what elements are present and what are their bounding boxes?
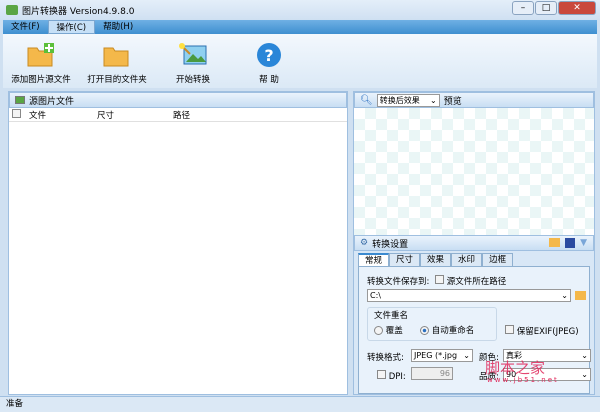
menu-file[interactable]: 文件(F) xyxy=(3,20,48,34)
folder-icon xyxy=(103,47,129,67)
source-panel-header: 源图片文件 xyxy=(9,92,347,108)
open-destination-button[interactable]: 打开目的文件夹 xyxy=(79,34,155,88)
source-files-panel: 源图片文件 文件 尺寸 路径 xyxy=(8,91,348,395)
file-list-header: 文件 尺寸 路径 xyxy=(9,108,347,122)
help-button[interactable]: ? 帮 助 xyxy=(231,34,307,88)
column-size[interactable]: 尺寸 xyxy=(97,109,173,121)
window-title: 图片转换器 Version4.9.8.0 xyxy=(22,6,135,17)
folder-add-icon xyxy=(27,43,54,67)
menu-bar: 文件(F) 操作(C) 帮助(H) xyxy=(3,20,597,34)
start-convert-button[interactable]: 开始转换 xyxy=(155,34,231,88)
column-path[interactable]: 路径 xyxy=(173,109,190,121)
status-bar: 准备 xyxy=(0,396,600,412)
settings-tabs: 常规 尺寸 效果 水印 边框 xyxy=(358,253,594,266)
keep-exif-checkbox[interactable]: 保留EXIF(JPEG) xyxy=(505,325,579,337)
preview-mode-select[interactable]: 转换后效果 ⌄ xyxy=(376,93,440,107)
tab-general[interactable]: 常规 xyxy=(358,253,390,266)
settings-header: ⚙ 转换设置 ▼ xyxy=(354,235,594,251)
toolbar: 添加图片源文件 打开目的文件夹 开始转换 ? 帮 助 xyxy=(3,34,597,88)
image-icon xyxy=(15,96,25,104)
dpi-spinner[interactable]: 96 xyxy=(411,367,453,380)
magnifier-icon: 🔍︎ xyxy=(360,94,373,106)
close-button[interactable]: ✕ xyxy=(558,1,596,15)
menu-help[interactable]: 帮助(H) xyxy=(95,20,141,34)
overwrite-radio[interactable]: 覆盖 xyxy=(374,324,403,336)
watermark-logo: 脚本之家 xyxy=(485,359,546,377)
add-source-label: 添加图片源文件 xyxy=(11,75,71,85)
rename-label: 文件重名 xyxy=(374,311,409,321)
gear-icon: ⚙ xyxy=(360,238,369,248)
watermark-url: www.jb51.net xyxy=(487,376,559,384)
source-path-checkbox[interactable] xyxy=(435,275,444,284)
settings-title: 转换设置 xyxy=(372,239,409,250)
svg-text:?: ? xyxy=(264,46,273,65)
column-file[interactable]: 文件 xyxy=(29,109,97,121)
rename-group: 文件重名 覆盖 自动重命名 xyxy=(367,307,497,341)
menu-operation[interactable]: 操作(C) xyxy=(47,20,96,34)
title-bar: 图片转换器 Version4.9.8.0 – □ ✕ xyxy=(0,0,600,20)
dpi-checkbox[interactable]: DPI: xyxy=(377,370,406,382)
source-panel-title: 源图片文件 xyxy=(29,96,75,107)
format-label: 转换格式: xyxy=(367,353,404,363)
format-select[interactable]: JPEG (*.jpg ⌄ xyxy=(411,349,473,362)
open-destination-label: 打开目的文件夹 xyxy=(87,75,147,85)
help-label: 帮 助 xyxy=(259,75,279,85)
source-path-label: 源文件所在路径 xyxy=(446,277,507,287)
minimize-button[interactable]: – xyxy=(512,1,534,15)
right-panel: 🔍︎ 转换后效果 ⌄ 预览 ⚙ 转换设置 ▼ 常规 尺寸 效果 水印 边框 转换文… xyxy=(353,91,595,395)
tab-effect[interactable]: 效果 xyxy=(420,253,452,266)
start-convert-label: 开始转换 xyxy=(175,75,210,85)
save-settings-icon[interactable] xyxy=(565,238,576,248)
app-icon xyxy=(6,5,18,15)
add-source-button[interactable]: 添加图片源文件 xyxy=(3,34,79,88)
help-icon: ? xyxy=(257,43,281,67)
browse-folder-icon[interactable] xyxy=(575,291,586,300)
tab-border[interactable]: 边框 xyxy=(482,253,514,266)
general-tab-panel: 转换文件保存到: 源文件所在路径 C:\ ⌄ 文件重名 覆盖 自动重命名 保留EX… xyxy=(358,266,591,394)
tab-size[interactable]: 尺寸 xyxy=(389,253,421,266)
save-path-select[interactable]: C:\ ⌄ xyxy=(367,289,571,302)
magic-wand-image-icon xyxy=(179,43,207,65)
open-settings-icon[interactable] xyxy=(549,238,561,247)
select-all-checkbox[interactable] xyxy=(12,108,21,118)
auto-rename-radio[interactable]: 自动重命名 xyxy=(420,324,474,336)
maximize-button[interactable]: □ xyxy=(535,1,557,15)
preview-header: 🔍︎ 转换后效果 ⌄ 预览 xyxy=(354,92,594,108)
chevron-down-icon[interactable]: ▼ xyxy=(580,238,587,248)
save-to-label: 转换文件保存到: xyxy=(367,277,430,287)
tab-watermark[interactable]: 水印 xyxy=(451,253,483,266)
preview-label: 预览 xyxy=(443,96,462,107)
preview-area xyxy=(354,108,594,235)
